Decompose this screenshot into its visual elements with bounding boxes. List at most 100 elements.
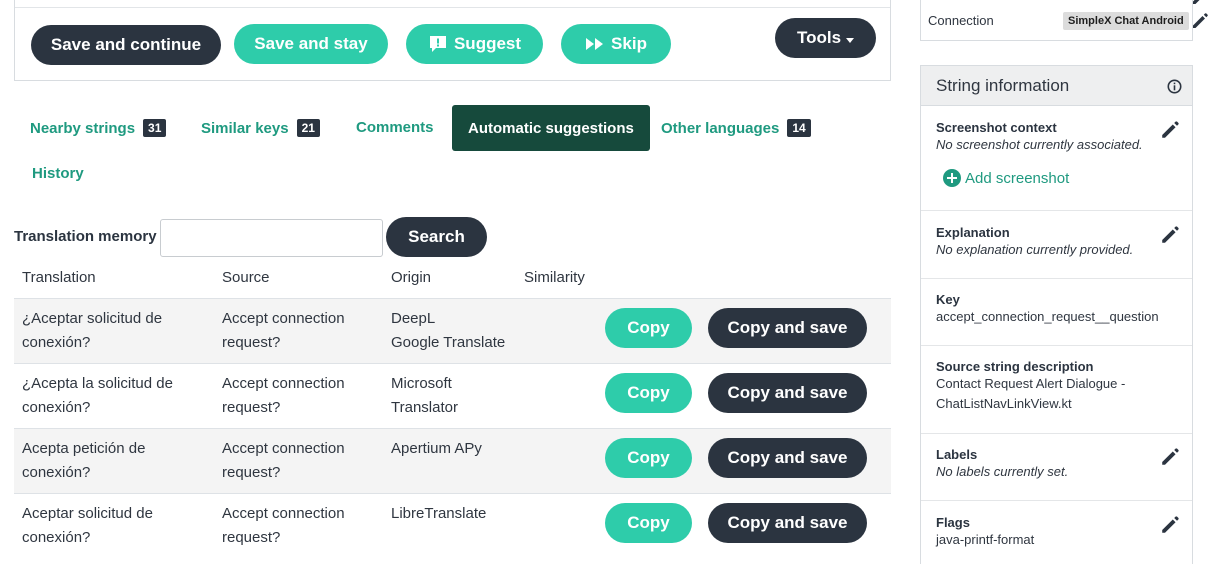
tab-label: Other languages xyxy=(661,119,780,137)
text-line: Aceptar solicitud de xyxy=(22,505,153,522)
copy-button[interactable]: Copy xyxy=(605,373,692,413)
tab-label: History xyxy=(32,165,84,182)
translation-memory-input[interactable] xyxy=(160,219,383,257)
text-line: request? xyxy=(222,399,281,416)
column-header-origin: Origin xyxy=(391,269,432,286)
section-title: Explanation xyxy=(936,225,1010,240)
text-line: Acepta petición de xyxy=(22,440,146,457)
tab-automatic-suggestions[interactable]: Automatic suggestions xyxy=(452,105,650,151)
translation-memory-label: Translation memory xyxy=(14,228,157,245)
tab-label: Similar keys xyxy=(201,119,289,137)
save-continue-button[interactable]: Save and continue xyxy=(31,25,221,65)
section-body: No explanation currently provided. xyxy=(936,242,1134,257)
copy-button[interactable]: Copy xyxy=(605,503,692,543)
copy-label: Copy xyxy=(627,513,670,532)
add-screenshot-link[interactable]: Add screenshot xyxy=(943,169,1192,187)
column-header-similarity: Similarity xyxy=(524,269,585,286)
skip-button[interactable]: Skip xyxy=(561,24,671,64)
section-body: No screenshot currently associated. xyxy=(936,137,1143,152)
section-body: No labels currently set. xyxy=(936,464,1069,479)
pencil-icon[interactable] xyxy=(1160,447,1180,471)
column-header-translation: Translation xyxy=(22,269,96,286)
origin-cell: Microsoft Translator xyxy=(391,372,458,420)
save-stay-button[interactable]: Save and stay xyxy=(234,24,388,64)
tab-nearby-strings[interactable]: Nearby strings 31 xyxy=(30,119,167,137)
pencil-icon[interactable] xyxy=(1160,120,1180,144)
source-description-section: Source string description Contact Reques… xyxy=(921,345,1192,433)
info-icon[interactable] xyxy=(1167,79,1182,99)
table-row: ¿Acepta la solicitud de conexión? Accept … xyxy=(14,363,891,428)
section-body: ChatListNavLinkView.kt xyxy=(936,396,1072,411)
suggest-label: Suggest xyxy=(453,34,522,53)
copy-label: Copy xyxy=(627,448,670,467)
source-cell: Accept connection request? xyxy=(222,437,345,485)
main-panel: Save and continue Save and stay Suggest … xyxy=(0,0,905,564)
translation-cell: ¿Aceptar solicitud de conexión? xyxy=(22,307,162,355)
tab-comments[interactable]: Comments xyxy=(356,119,434,136)
section-title: Labels xyxy=(936,447,978,462)
text-line: request? xyxy=(222,464,281,481)
copy-and-save-button[interactable]: Copy and save xyxy=(708,503,867,543)
pencil-icon[interactable] xyxy=(1160,225,1180,249)
table-row: ¿Aceptar solicitud de conexión? Accept co… xyxy=(14,298,891,363)
column-header-source: Source xyxy=(222,269,270,286)
flags-section: Flags java-printf-format xyxy=(921,500,1192,564)
text-line: conexión? xyxy=(22,399,91,416)
tools-dropdown-button[interactable]: Tools xyxy=(775,18,876,58)
tab-history[interactable]: History xyxy=(32,165,84,182)
source-cell: Accept connection request? xyxy=(222,307,345,355)
suggest-icon xyxy=(428,34,448,54)
copy-and-save-button[interactable]: Copy and save xyxy=(708,308,867,348)
copy-and-save-button[interactable]: Copy and save xyxy=(708,373,867,413)
text-line: Accept connection xyxy=(222,440,345,457)
tab-similar-keys[interactable]: Similar keys 21 xyxy=(201,119,320,137)
origin-cell: DeepL Google Translate xyxy=(391,307,505,355)
sidebar: Connection SimpleX Chat Android String i… xyxy=(920,0,1208,564)
divider xyxy=(15,7,890,8)
count-badge: 21 xyxy=(296,119,320,137)
pencil-icon[interactable] xyxy=(1191,0,1208,10)
save-continue-label: Save and continue xyxy=(50,35,202,54)
connection-label: Connection xyxy=(928,13,994,28)
section-title: Source string description xyxy=(936,359,1094,374)
search-label: Search xyxy=(408,227,465,246)
copy-button[interactable]: Copy xyxy=(605,308,692,348)
text-line: request? xyxy=(222,529,281,546)
copy-save-label: Copy and save xyxy=(727,448,848,467)
panel-header: String information xyxy=(921,66,1192,106)
pencil-icon[interactable] xyxy=(1160,515,1180,539)
caret-down-icon xyxy=(846,28,855,48)
tab-other-languages[interactable]: Other languages 14 xyxy=(661,119,811,137)
component-badge[interactable]: SimpleX Chat Android xyxy=(1063,12,1189,30)
editor-actions-box: Save and continue Save and stay Suggest … xyxy=(14,0,891,81)
tab-label: Nearby strings xyxy=(30,119,136,137)
text-line: Google Translate xyxy=(391,334,506,351)
copy-save-label: Copy and save xyxy=(727,318,848,337)
key-section: Key accept_connection_request__question xyxy=(921,278,1192,345)
string-information-panel: String information Screenshot context No… xyxy=(920,65,1193,564)
section-title: Key xyxy=(936,292,960,307)
text-line: Translator xyxy=(391,399,458,416)
copy-and-save-button[interactable]: Copy and save xyxy=(708,438,867,478)
text-line: conexión? xyxy=(22,464,91,481)
source-cell: Accept connection request? xyxy=(222,502,345,550)
text-line: request? xyxy=(222,334,281,351)
text-line: Accept connection xyxy=(222,505,345,522)
component-info-card: Connection SimpleX Chat Android xyxy=(920,0,1208,41)
translation-cell: ¿Acepta la solicitud de conexión? xyxy=(22,372,173,420)
origin-cell: LibreTranslate xyxy=(391,502,486,526)
section-body: Contact Request Alert Dialogue - xyxy=(936,376,1126,391)
source-cell: Accept connection request? xyxy=(222,372,345,420)
copy-button[interactable]: Copy xyxy=(605,438,692,478)
text-line: conexión? xyxy=(22,334,91,351)
table-row: Aceptar solicitud de conexión? Accept con… xyxy=(14,493,891,558)
search-button[interactable]: Search xyxy=(386,217,487,257)
count-badge: 31 xyxy=(143,119,167,137)
pencil-icon[interactable] xyxy=(1191,12,1208,34)
section-body: accept_connection_request__question xyxy=(936,309,1159,324)
copy-save-label: Copy and save xyxy=(727,383,848,402)
copy-label: Copy xyxy=(627,383,670,402)
fast-forward-icon xyxy=(585,37,605,51)
suggest-button[interactable]: Suggest xyxy=(406,24,543,64)
labels-section: Labels No labels currently set. xyxy=(921,433,1192,500)
